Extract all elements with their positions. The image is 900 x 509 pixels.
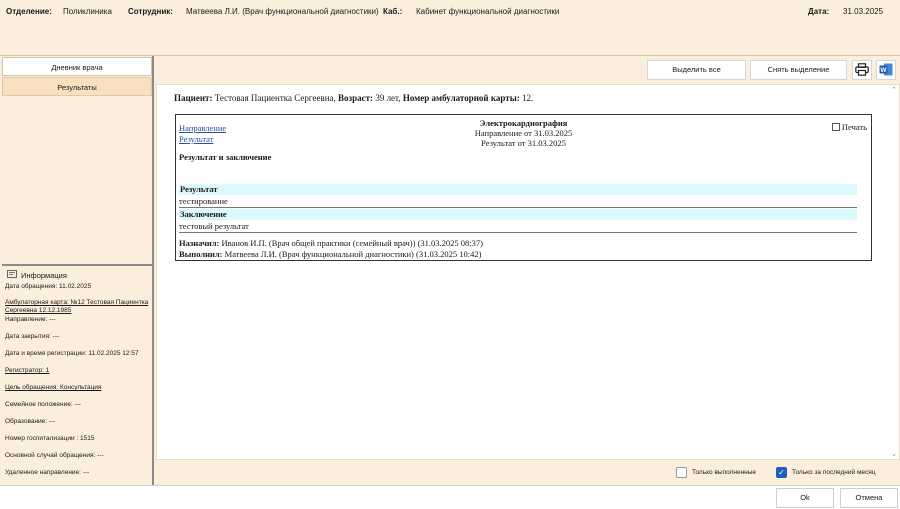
last-month-checkbox[interactable]: ✓ (776, 467, 787, 478)
patient-line: Пациент: Тестовая Пациентка Сергеевна, В… (174, 93, 534, 103)
info-registrar-link[interactable]: Регистратор: 1 (5, 367, 151, 375)
date-label: Дата: (808, 7, 830, 16)
performed-by: Выполнил: Матвеева Л.И. (Врач функционал… (179, 249, 482, 259)
info-close-date: Дата закрытия: --- (5, 333, 60, 340)
info-panel: Информация Дата обращения: 11.02.2025 Ам… (2, 264, 152, 485)
printer-icon (855, 62, 869, 78)
info-marital-status: Семейное положение: --- (5, 401, 81, 408)
conclusion-band: Заключение (179, 209, 857, 220)
ok-button[interactable]: Ok (776, 488, 834, 508)
result-date: Результат от 31.03.2025 (481, 138, 566, 148)
employee-value: Матвеева Л.И. (Врач функциональной диагн… (186, 7, 379, 16)
info-header: Информация (7, 269, 67, 281)
conclusion-text: тестовый результат (179, 221, 249, 231)
info-title: Информация (21, 270, 67, 280)
info-remote-direction: Удаленное направление: --- (5, 469, 90, 476)
deselect-button[interactable]: Снять выделение (750, 60, 847, 80)
tab-results[interactable]: Результаты (2, 77, 152, 96)
direction-date: Направление от 31.03.2025 (474, 128, 573, 138)
svg-text:W: W (880, 67, 887, 74)
only-done-filter[interactable]: Только выполненные (676, 467, 756, 478)
only-done-label: Только выполненные (692, 469, 757, 476)
info-icon (7, 269, 17, 281)
print-checkbox-label: Печать (841, 122, 867, 132)
info-education: Образование: --- (5, 418, 56, 425)
info-visit-date: Дата обращения: 11.02.2025 (5, 283, 92, 290)
cabinet-label: Каб.: (383, 7, 403, 16)
cabinet-value: Кабинет функциональной диагностики (416, 7, 560, 16)
employee-label: Сотрудник: (128, 7, 173, 16)
result-divider (179, 207, 857, 208)
results-area: Выделить все Снять выделение W Пациент: … (156, 56, 900, 485)
dialog-footer: Ok Отмена (0, 485, 900, 509)
document-scrollbar[interactable]: ⌃ ⌄ (889, 85, 899, 461)
print-checkbox-box[interactable] (831, 123, 840, 131)
department-label: Отделение: (6, 7, 52, 16)
info-direction: Направление: --- (5, 316, 56, 323)
exam-card: Направление Результат Электрокардиографи… (175, 114, 872, 261)
result-document: Пациент: Тестовая Пациентка Сергеевна, В… (156, 84, 900, 460)
conclusion-divider (179, 232, 857, 233)
info-visit-purpose-link[interactable]: Цель обращения: Консультация (5, 384, 151, 392)
info-outpatient-card-link[interactable]: Амбулаторная карта: №12 Тестовая Пациент… (5, 299, 151, 315)
section-title: Результат и заключение (179, 152, 272, 162)
left-panel: Дневник врача Результаты Информация Дата… (0, 56, 154, 485)
last-month-filter[interactable]: ✓ Только за последний месяц (776, 467, 876, 478)
result-text: тестирование (179, 196, 228, 206)
word-icon: W (879, 63, 893, 78)
header-bar: Отделение: Поликлиника Сотрудник: Матвее… (0, 0, 900, 56)
info-hospitalization-number: Номер госпитализации : 1515 (5, 435, 95, 442)
info-main-case: Основной случай обращения: --- (5, 452, 104, 459)
scroll-up-icon[interactable]: ⌃ (891, 86, 897, 94)
print-checkbox[interactable]: Печать (831, 122, 867, 132)
only-done-checkbox[interactable] (676, 467, 687, 478)
exam-title: Электрокардиография (479, 118, 568, 128)
cancel-button[interactable]: Отмена (840, 488, 898, 508)
print-button[interactable] (852, 60, 872, 80)
tab-doctor-diary[interactable]: Дневник врача (2, 57, 152, 76)
date-value: 31.03.2025 (843, 7, 884, 16)
department-value: Поликлиника (63, 7, 112, 16)
export-word-button[interactable]: W (876, 60, 896, 80)
info-registration-time: Дата и время регистрации: 11.02.2025 12:… (5, 350, 139, 357)
last-month-label: Только за последний месяц (792, 469, 876, 476)
assigned-by: Назначил: Иванов И.П. (Врач общей практи… (179, 238, 483, 248)
scroll-down-icon[interactable]: ⌄ (891, 450, 897, 458)
result-band: Результат (179, 184, 857, 195)
select-all-button[interactable]: Выделить все (647, 60, 746, 80)
filter-bar: Только выполненные ✓ Только за последний… (156, 460, 900, 485)
